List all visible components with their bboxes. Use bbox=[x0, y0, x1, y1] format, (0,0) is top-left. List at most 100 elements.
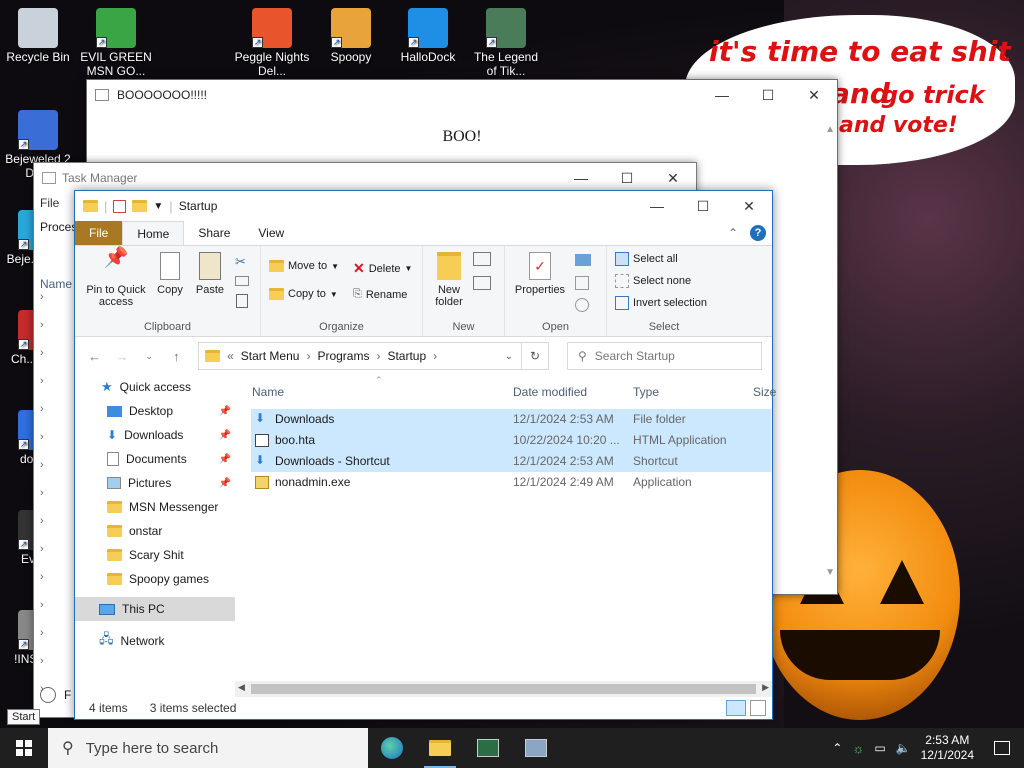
tab-file[interactable]: File bbox=[75, 221, 123, 245]
taskbar-file-explorer[interactable] bbox=[416, 728, 464, 768]
file-explorer-window[interactable]: | ▼ | Startup — ☐ ✕ File Home Share View… bbox=[74, 190, 776, 720]
customize-qat-icon[interactable]: ▼ bbox=[153, 201, 163, 212]
tab-view[interactable]: View bbox=[244, 221, 298, 245]
recent-locations-button[interactable]: ⌄ bbox=[140, 351, 159, 362]
collapse-ribbon-icon[interactable]: ⌃ bbox=[722, 221, 744, 245]
minimize-button[interactable]: — bbox=[699, 80, 745, 110]
network-icon[interactable]: ▭ bbox=[874, 741, 885, 755]
nav-item-desktop[interactable]: Desktop 📌 bbox=[75, 399, 235, 423]
large-icons-view-icon[interactable] bbox=[750, 700, 766, 716]
properties-icon[interactable] bbox=[113, 199, 127, 213]
select-all-button[interactable]: Select all bbox=[615, 252, 678, 266]
breadcrumb-start-menu[interactable]: Start Menu bbox=[241, 349, 300, 363]
nav-quick-access[interactable]: ★ Quick access bbox=[75, 375, 235, 399]
file-row[interactable]: ⬇ Downloads 12/1/2024 2:53 AM File folder bbox=[251, 409, 771, 430]
taskbar-task-manager[interactable] bbox=[512, 728, 560, 768]
desktop-icon-legend-of-tik[interactable]: ↗ The Legend of Tik... bbox=[468, 8, 544, 78]
notifications-icon[interactable] bbox=[994, 741, 1010, 755]
taskbar-edge[interactable] bbox=[368, 728, 416, 768]
new-folder-button[interactable]: New folder bbox=[431, 252, 467, 308]
desktop-icon-recycle-bin[interactable]: Recycle Bin bbox=[0, 8, 76, 64]
desktop-icon-hallodock[interactable]: ↗ HalloDock bbox=[390, 8, 466, 64]
up-button[interactable]: ↑ bbox=[167, 349, 186, 364]
desktop-icon-peggle-nights[interactable]: ↗ Peggle Nights Del... bbox=[234, 8, 310, 78]
chevron-up-icon bbox=[40, 687, 56, 703]
spoopy-icon: ↗ bbox=[331, 8, 371, 48]
column-date[interactable]: Date modified bbox=[513, 385, 587, 399]
search-input[interactable]: ⚲ Search Startup bbox=[566, 342, 762, 370]
breadcrumb-startup[interactable]: Startup bbox=[387, 349, 426, 363]
breadcrumb-programs[interactable]: Programs bbox=[317, 349, 369, 363]
close-button[interactable]: ✕ bbox=[791, 80, 837, 110]
nav-item-documents[interactable]: Documents 📌 bbox=[75, 447, 235, 471]
move-to-button[interactable]: Move to ▼ bbox=[269, 260, 339, 272]
search-icon: ⚲ bbox=[62, 740, 74, 757]
scroll-up-icon[interactable]: ▲ bbox=[825, 124, 835, 135]
tab-share[interactable]: Share bbox=[184, 221, 244, 245]
clock[interactable]: 2:53 AM 12/1/2024 bbox=[921, 733, 974, 763]
refresh-button[interactable]: ↻ bbox=[521, 342, 549, 370]
close-button[interactable]: ✕ bbox=[726, 191, 772, 221]
tab-processes[interactable]: Proces bbox=[40, 220, 77, 234]
volume-icon[interactable]: 🔈 bbox=[896, 741, 911, 755]
select-none-button[interactable]: Select none bbox=[615, 274, 691, 288]
column-size[interactable]: Size bbox=[753, 385, 776, 399]
file-row[interactable]: ⬇ Downloads - Shortcut 12/1/2024 2:53 AM Sh… bbox=[251, 451, 771, 472]
back-button[interactable]: ← bbox=[85, 349, 104, 364]
address-dropdown-icon[interactable]: ⌄ bbox=[505, 351, 513, 362]
shortcut-icon: ⬇ bbox=[255, 453, 266, 467]
file-row[interactable]: boo.hta 10/22/2024 10:20 ... HTML Applicat… bbox=[251, 430, 771, 451]
menu-file[interactable]: File bbox=[40, 196, 59, 210]
invert-selection-button[interactable]: Invert selection bbox=[615, 296, 707, 310]
nav-item-downloads[interactable]: ⬇ Downloads 📌 bbox=[75, 423, 235, 447]
minimize-button[interactable]: — bbox=[634, 191, 680, 221]
start-button[interactable] bbox=[0, 728, 48, 768]
copy-button[interactable]: Copy bbox=[155, 252, 185, 296]
history-icon[interactable] bbox=[575, 298, 589, 312]
nav-item-onstar[interactable]: onstar bbox=[75, 519, 235, 543]
paste-button[interactable]: Paste bbox=[195, 252, 225, 296]
maximize-button[interactable]: ☐ bbox=[680, 191, 726, 221]
copy-to-button[interactable]: Copy to ▼ bbox=[269, 288, 338, 300]
nav-item-msn-messenger[interactable]: MSN Messenger bbox=[75, 495, 235, 519]
minimize-button[interactable]: — bbox=[558, 163, 604, 193]
edit-icon[interactable] bbox=[575, 276, 589, 290]
show-hidden-icons[interactable]: ⌃ bbox=[832, 741, 842, 755]
msn-tray-icon[interactable]: ☼ bbox=[852, 741, 864, 756]
shortcut-arrow-icon: ↗ bbox=[18, 439, 29, 450]
open-icon[interactable] bbox=[575, 254, 591, 266]
new-item-icon[interactable] bbox=[473, 252, 491, 266]
cut-icon[interactable]: ✂ bbox=[235, 254, 246, 270]
column-type[interactable]: Type bbox=[633, 385, 659, 399]
pin-quick-access-button[interactable]: 📌 Pin to Quick access bbox=[81, 248, 151, 308]
close-button[interactable]: ✕ bbox=[650, 163, 696, 193]
address-bar[interactable]: « Start Menu › Programs › Startup › ⌄ bbox=[198, 342, 522, 370]
nav-network[interactable]: 🖧 Network bbox=[75, 629, 235, 653]
paste-shortcut-icon[interactable] bbox=[236, 294, 248, 308]
taskbar-app-window[interactable] bbox=[464, 728, 512, 768]
desktop-icon-spoopy[interactable]: ↗ Spoopy bbox=[313, 8, 389, 64]
maximize-button[interactable]: ☐ bbox=[745, 80, 791, 110]
nav-this-pc[interactable]: This PC bbox=[75, 597, 235, 621]
taskbar-search-input[interactable]: ⚲ Type here to search bbox=[48, 728, 368, 768]
easy-access-icon[interactable] bbox=[473, 276, 491, 290]
forward-button[interactable]: → bbox=[112, 349, 131, 364]
horizontal-scrollbar[interactable]: ◀ ▶ bbox=[235, 681, 772, 697]
desktop-icon-evil-green-msn[interactable]: ↗ EVIL GREEN MSN GO... bbox=[78, 8, 154, 78]
properties-button[interactable]: ✓ Properties bbox=[513, 252, 567, 296]
help-icon[interactable]: ? bbox=[744, 221, 772, 245]
rename-button[interactable]: ⎘ Rename bbox=[353, 288, 407, 301]
copy-path-icon[interactable] bbox=[235, 276, 249, 286]
details-view-icon[interactable] bbox=[726, 700, 746, 716]
tab-home[interactable]: Home bbox=[122, 221, 185, 245]
column-name[interactable]: Name bbox=[252, 385, 284, 399]
nav-item-pictures[interactable]: Pictures 📌 bbox=[75, 471, 235, 495]
new-folder-icon[interactable] bbox=[132, 200, 148, 212]
nav-item-spoopy-games[interactable]: Spoopy games bbox=[75, 567, 235, 591]
maximize-button[interactable]: ☐ bbox=[604, 163, 650, 193]
file-row[interactable]: nonadmin.exe 12/1/2024 2:49 AM Application bbox=[251, 472, 771, 493]
scroll-down-icon[interactable]: ▼ bbox=[825, 567, 835, 578]
delete-button[interactable]: ✕ Delete ▼ bbox=[353, 260, 412, 277]
nav-item-scary-shit[interactable]: Scary Shit bbox=[75, 543, 235, 567]
fewer-details-button[interactable]: F bbox=[40, 687, 71, 703]
